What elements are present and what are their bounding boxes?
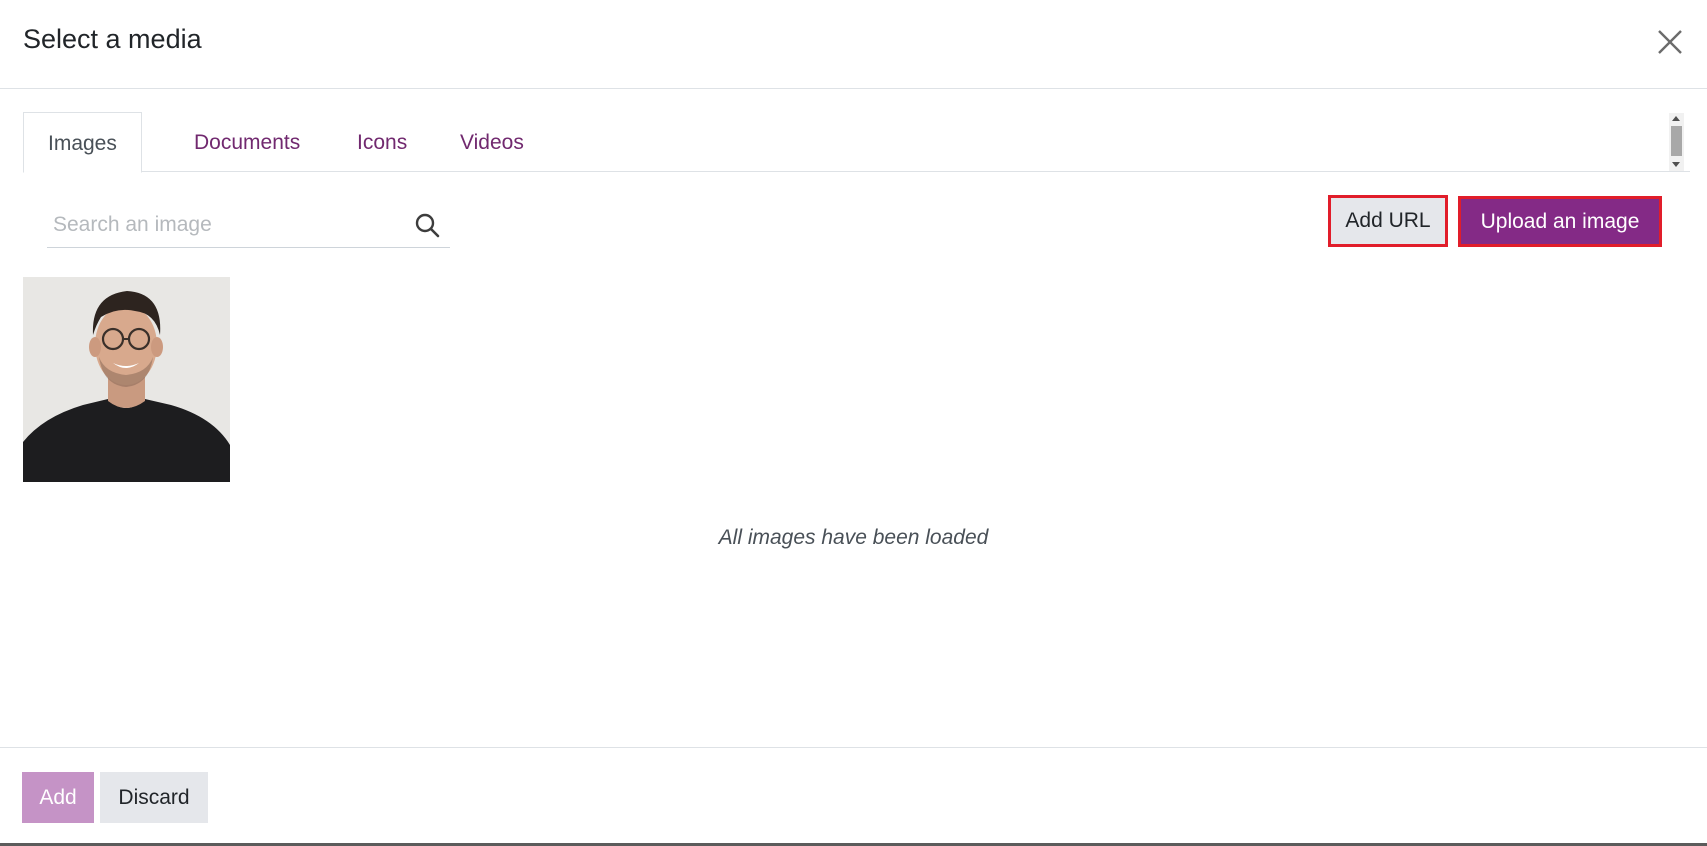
close-icon <box>1658 30 1682 54</box>
tab-images[interactable]: Images <box>23 112 142 173</box>
scroll-thumb[interactable] <box>1671 126 1682 156</box>
tabs-scrollbar[interactable] <box>1669 113 1684 171</box>
close-button[interactable] <box>1654 26 1686 58</box>
load-status-message: All images have been loaded <box>718 526 989 549</box>
add-button[interactable]: Add <box>22 772 94 823</box>
tab-icons[interactable]: Icons <box>333 112 431 173</box>
media-thumbnail[interactable] <box>23 277 230 482</box>
tab-documents[interactable]: Documents <box>170 112 324 173</box>
discard-button[interactable]: Discard <box>100 772 208 823</box>
tab-videos[interactable]: Videos <box>436 112 548 173</box>
search-box <box>47 204 450 248</box>
media-dialog: Select a media Images Documents Icons Vi… <box>0 0 1707 846</box>
media-tabs: Images Documents Icons Videos <box>23 112 1690 173</box>
search-icon[interactable] <box>414 212 440 238</box>
upload-image-button[interactable]: Upload an image <box>1458 196 1662 247</box>
scroll-up-arrow-icon[interactable] <box>1672 116 1680 121</box>
dialog-footer: Add Discard <box>0 747 1707 843</box>
dialog-title: Select a media <box>23 24 202 54</box>
search-input[interactable] <box>53 204 403 246</box>
add-url-button[interactable]: Add URL <box>1328 195 1448 247</box>
portrait-image <box>23 277 230 482</box>
scroll-down-arrow-icon[interactable] <box>1672 162 1680 167</box>
dialog-header: Select a media <box>0 0 1707 89</box>
